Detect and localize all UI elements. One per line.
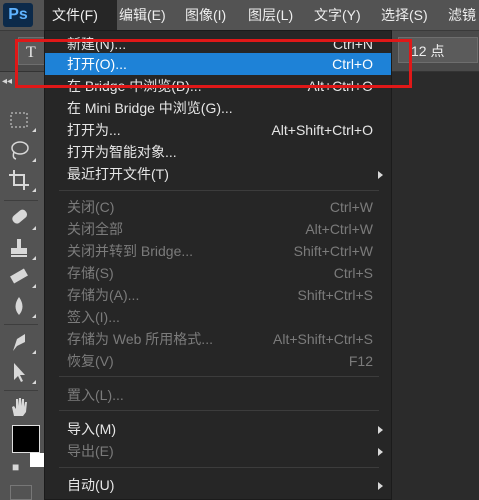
menu-item-open-smart-object[interactable]: 打开为智能对象... [45,141,391,163]
menu-file[interactable]: 文件(F) [44,0,117,30]
eraser-icon[interactable] [6,264,36,288]
menu-item-save-for-web[interactable]: 存储为 Web 所用格式... Alt+Shift+Ctrl+S [45,328,391,350]
quick-mask-icon[interactable] [10,485,32,500]
menu-item-save[interactable]: 存储(S) Ctrl+S [45,262,391,284]
menu-item-open[interactable]: 打开(O)... Ctrl+O [45,53,391,75]
menu-item-new[interactable]: 新建(N)... Ctrl+N [45,33,391,55]
stamp-icon[interactable] [6,236,36,260]
pen-icon[interactable] [6,330,36,354]
blur-icon[interactable] [6,294,36,318]
menu-layer[interactable]: 图层(L) [248,0,293,30]
menu-item-browse-bridge[interactable]: 在 Bridge 中浏览(B)... Alt+Ctrl+O [45,75,391,97]
menu-item-close[interactable]: 关闭(C) Ctrl+W [45,196,391,218]
menu-item-check-in[interactable]: 签入(I)... [45,306,391,328]
font-size-field[interactable]: 12 点 [398,37,478,63]
submenu-arrow-icon [378,171,383,179]
healing-icon[interactable] [6,206,36,230]
lasso-icon[interactable] [6,138,36,162]
menu-item-automate[interactable]: 自动(U) [45,474,391,496]
menu-item-open-as[interactable]: 打开为... Alt+Shift+Ctrl+O [45,119,391,141]
tool-preset-button[interactable]: T [18,37,46,65]
default-colors-icon[interactable]: ■ [12,460,19,474]
menu-item-import[interactable]: 导入(M) [45,418,391,440]
submenu-arrow-icon [378,426,383,434]
hand-icon[interactable] [6,394,32,418]
menu-item-save-as[interactable]: 存储为(A)... Shift+Ctrl+S [45,284,391,306]
submenu-arrow-icon [378,448,383,456]
menu-filter[interactable]: 滤镜 [448,0,476,30]
menu-bar: Ps 文件(F) 编辑(E) 图像(I) 图层(L) 文字(Y) 选择(S) 滤… [0,0,479,31]
submenu-arrow-icon [378,482,383,490]
background-color-swatch[interactable] [30,453,44,467]
path-select-icon[interactable] [6,360,36,384]
collapse-panel-icon[interactable]: ◂◂ [2,76,12,87]
file-menu-dropdown: 新建(N)... Ctrl+N 打开(O)... Ctrl+O 在 Bridge… [44,30,392,500]
menu-image[interactable]: 图像(I) [185,0,226,30]
menu-type[interactable]: 文字(Y) [314,0,361,30]
menu-item-close-all[interactable]: 关闭全部 Alt+Ctrl+W [45,218,391,240]
marquee-icon[interactable] [6,108,36,132]
menu-item-close-go-bridge[interactable]: 关闭并转到 Bridge... Shift+Ctrl+W [45,240,391,262]
type-tool-icon: T [26,44,36,61]
menu-select[interactable]: 选择(S) [381,0,428,30]
crop-icon[interactable] [6,168,36,192]
svg-text:T: T [26,44,36,61]
foreground-color-swatch[interactable] [12,425,40,453]
photoshop-logo: Ps [3,3,33,27]
menu-edit[interactable]: 编辑(E) [119,0,166,30]
canvas-area [392,72,479,500]
menu-item-export[interactable]: 导出(E) [45,440,391,462]
menu-item-revert[interactable]: 恢复(V) F12 [45,350,391,372]
menu-item-place[interactable]: 置入(L)... [45,384,391,406]
menu-item-recent-files[interactable]: 最近打开文件(T) [45,163,391,185]
menu-item-browse-mini-bridge[interactable]: 在 Mini Bridge 中浏览(G)... [45,97,391,119]
